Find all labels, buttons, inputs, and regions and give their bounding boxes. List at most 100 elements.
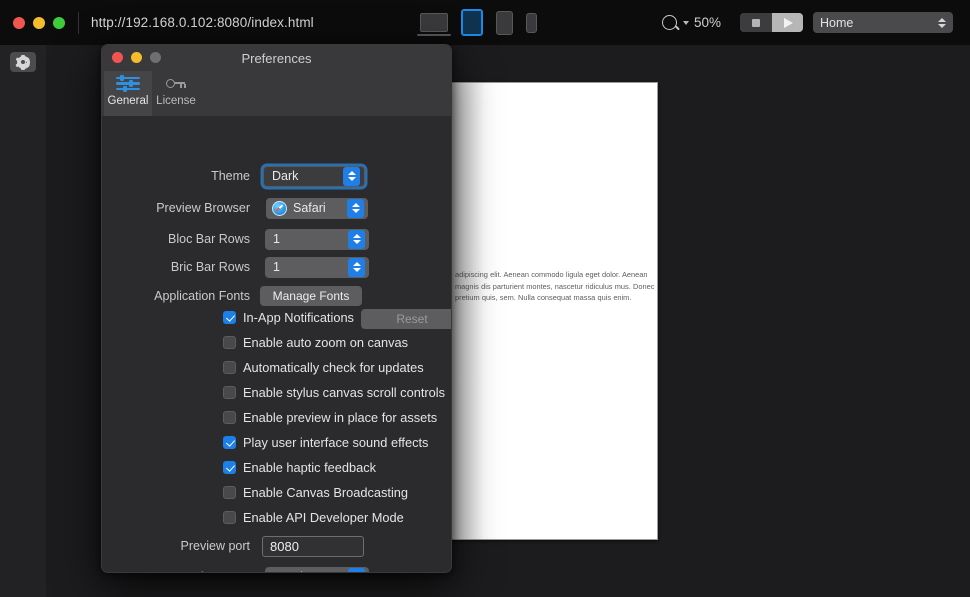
laptop-screen-icon: [420, 13, 448, 32]
zoom-window-button[interactable]: [53, 16, 65, 29]
theme-stepper-icon: [343, 166, 360, 186]
preview-in-place-label: Enable preview in place for assets: [243, 409, 438, 425]
haptic-feedback-checkbox[interactable]: [223, 460, 236, 474]
in-app-notifications-checkbox[interactable]: [223, 310, 236, 324]
close-window-button[interactable]: [13, 16, 25, 29]
url-label: http://192.168.0.102:8080/index.html: [91, 15, 314, 30]
bloc-bar-rows-value: 1: [273, 232, 280, 246]
stylus-scroll-label: Enable stylus canvas scroll controls: [243, 384, 445, 400]
preview-type-select[interactable]: Local Server: [265, 566, 369, 572]
dialog-close-button[interactable]: [112, 52, 123, 63]
theme-select-value: Dark: [272, 169, 299, 183]
canvas-broadcasting-checkbox[interactable]: [223, 485, 236, 499]
tablet-portrait-icon: [496, 10, 513, 35]
bloc-bar-rows-label: Bloc Bar Rows: [168, 232, 250, 246]
haptic-feedback-label: Enable haptic feedback: [243, 459, 377, 475]
bric-bar-rows-stepper-icon: [348, 257, 365, 277]
preview-in-place-checkbox[interactable]: [223, 410, 236, 424]
checkbox-preview-in-place[interactable]: Enable preview in place for assets: [223, 407, 437, 427]
canvas-broadcasting-label: Enable Canvas Broadcasting: [243, 484, 409, 500]
preview-port-label: Preview port: [180, 539, 250, 553]
device-tablet-landscape[interactable]: [461, 9, 483, 36]
device-preview-group: [417, 0, 537, 45]
laptop-base-icon: [417, 34, 451, 36]
preview-browser-value: Safari: [293, 201, 326, 215]
chevron-down-icon: [683, 20, 689, 25]
auto-check-updates-checkbox[interactable]: [223, 360, 236, 374]
checkbox-enable-auto-zoom[interactable]: Enable auto zoom on canvas: [223, 332, 408, 352]
tab-license[interactable]: License: [152, 71, 200, 116]
stylus-scroll-checkbox[interactable]: [223, 385, 236, 399]
zoom-level-label: 50%: [694, 15, 722, 30]
bric-bar-rows-label: Bric Bar Rows: [170, 260, 250, 274]
gear-icon: [15, 54, 31, 70]
enable-auto-zoom-label: Enable auto zoom on canvas: [243, 334, 409, 350]
device-tablet-portrait[interactable]: [496, 10, 513, 35]
theme-select[interactable]: Dark: [263, 165, 365, 187]
row-preview-type: Preview Type Local Server: [102, 566, 451, 572]
preview-type-value: Local Server: [273, 570, 343, 572]
manage-fonts-button[interactable]: Manage Fonts: [260, 286, 362, 306]
bric-bar-rows-stepper[interactable]: 1: [265, 256, 369, 278]
sliders-icon: [116, 74, 140, 93]
page-body-text: adipiscing elit. Aenean commodo ligula e…: [455, 270, 655, 303]
checkbox-auto-check-updates[interactable]: Automatically check for updates: [223, 357, 424, 377]
play-icon: [783, 17, 793, 28]
play-preview-button[interactable]: [771, 13, 803, 32]
stepper-chevrons-icon: [938, 17, 946, 28]
ui-sound-effects-checkbox[interactable]: [223, 435, 236, 449]
dialog-traffic-lights: [112, 52, 161, 63]
tab-license-label: License: [156, 95, 196, 107]
reset-button[interactable]: Reset: [361, 309, 451, 329]
dialog-body: Theme Dark Preview Browser Safari Bloc B…: [102, 116, 451, 572]
stop-preview-button[interactable]: [740, 13, 772, 32]
page-select-value: Home: [820, 15, 854, 30]
preview-browser-stepper-icon: [347, 198, 364, 218]
minimize-window-button[interactable]: [33, 16, 45, 29]
dialog-tab-bar: General License: [102, 71, 451, 116]
api-developer-mode-checkbox[interactable]: [223, 510, 236, 524]
preview-type-stepper-icon: [348, 567, 365, 572]
bloc-bar-rows-stepper-icon: [348, 229, 365, 249]
page-preview[interactable]: adipiscing elit. Aenean commodo ligula e…: [450, 82, 658, 540]
api-developer-mode-label: Enable API Developer Mode: [243, 509, 404, 525]
bloc-bar-rows-stepper[interactable]: 1: [265, 228, 369, 250]
row-theme: Theme Dark: [102, 165, 451, 187]
preview-browser-select[interactable]: Safari: [266, 197, 368, 219]
enable-auto-zoom-checkbox[interactable]: [223, 335, 236, 349]
phone-icon: [526, 12, 537, 33]
theme-label: Theme: [211, 169, 250, 183]
toolbar-divider: [78, 11, 79, 34]
magnifier-icon: [662, 15, 677, 30]
tab-general-label: General: [107, 95, 149, 107]
app-window: http://192.168.0.102:8080/index.html 50%: [0, 0, 970, 597]
checkbox-ui-sound-effects[interactable]: Play user interface sound effects: [223, 432, 428, 452]
top-toolbar: http://192.168.0.102:8080/index.html 50%: [0, 0, 970, 45]
zoom-control[interactable]: 50%: [662, 0, 721, 45]
row-preview-browser: Preview Browser Safari: [102, 197, 451, 219]
checkbox-stylus-scroll[interactable]: Enable stylus canvas scroll controls: [223, 382, 445, 402]
row-preview-port: Preview port 8080: [102, 535, 451, 557]
window-traffic-lights: [13, 16, 65, 29]
preview-transport-controls: [740, 13, 803, 32]
settings-gear-button[interactable]: [10, 52, 36, 72]
dialog-titlebar: Preferences: [102, 45, 451, 71]
left-sidebar: [0, 45, 46, 597]
page-select[interactable]: Home: [813, 12, 953, 33]
checkbox-api-developer-mode[interactable]: Enable API Developer Mode: [223, 507, 404, 527]
checkbox-haptic-feedback[interactable]: Enable haptic feedback: [223, 457, 376, 477]
checkbox-canvas-broadcasting[interactable]: Enable Canvas Broadcasting: [223, 482, 408, 502]
safari-icon: [272, 200, 287, 216]
preferences-dialog: Preferences General License Theme Dark P…: [101, 44, 452, 573]
checkbox-in-app-notifications[interactable]: In-App Notifications: [223, 307, 354, 327]
preview-port-input[interactable]: 8080: [262, 535, 364, 557]
preview-browser-label: Preview Browser: [156, 201, 250, 215]
preview-type-label: Preview Type: [102, 570, 260, 572]
auto-check-updates-label: Automatically check for updates: [243, 359, 424, 375]
device-phone[interactable]: [526, 12, 537, 33]
tab-general[interactable]: General: [104, 71, 152, 116]
device-desktop-laptop[interactable]: [417, 13, 451, 36]
in-app-notifications-label: In-App Notifications: [243, 309, 354, 325]
key-icon: [164, 74, 188, 93]
dialog-minimize-button[interactable]: [131, 52, 142, 63]
